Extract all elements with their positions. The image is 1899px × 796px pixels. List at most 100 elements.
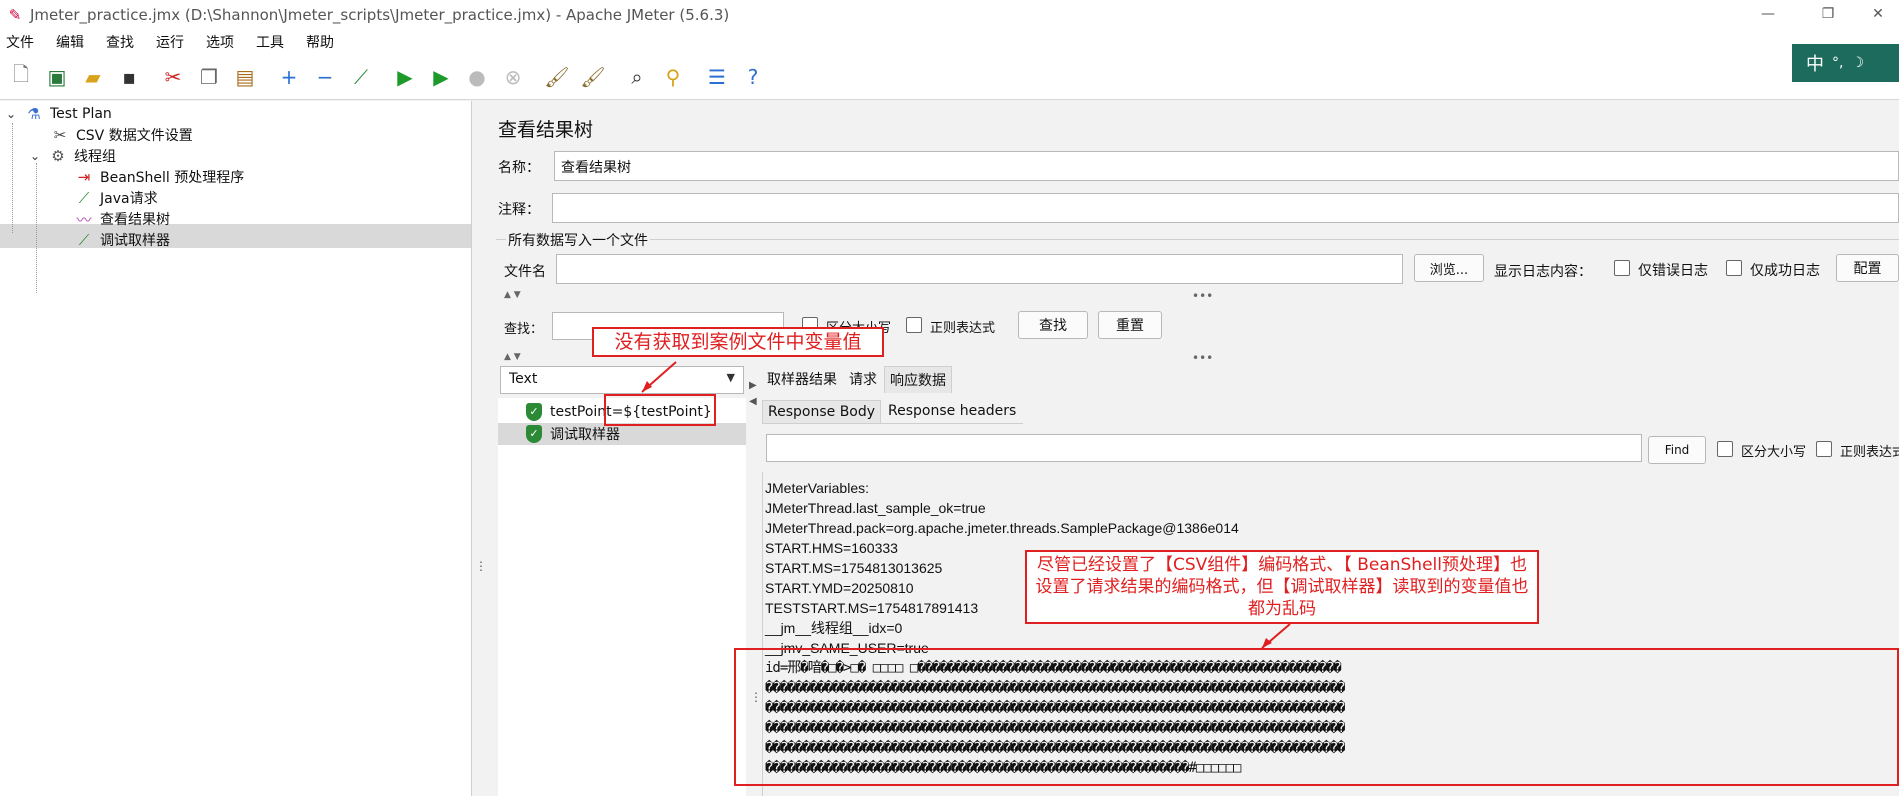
response-subtabs: Response Body Response headers (762, 400, 1024, 424)
results-list: ✓ testPoint=${testPoint} ✓ 调试取样器 (498, 398, 746, 796)
gear-icon: ⚙ (51, 147, 65, 165)
chevron-down-icon: ▼ (726, 371, 735, 384)
templates-icon[interactable]: ▣ (42, 62, 72, 92)
response-search-field[interactable] (766, 434, 1642, 462)
clear-all-icon[interactable]: 🖌 (578, 62, 608, 92)
divider-grip-icon[interactable]: ••• (1192, 351, 1213, 365)
response-line: JMeterThread.pack=org.apache.jmeter.thre… (765, 520, 1239, 536)
response-line: JMeterVariables: (765, 480, 870, 496)
tab-sampler-result[interactable]: 取样器结果 (762, 366, 842, 393)
cut-icon[interactable]: ✂ (158, 62, 188, 92)
open-icon[interactable]: ▰ (78, 62, 108, 92)
success-only-label: 仅成功日志 (1750, 263, 1820, 279)
collapse-icon[interactable]: − (310, 62, 340, 92)
configure-button[interactable]: 配置 (1836, 254, 1899, 282)
menu-help[interactable]: 帮助 (306, 32, 334, 52)
vertical-splitter[interactable]: ⋮ (472, 101, 487, 796)
test-plan-tree: ⌄ ⚗ Test Plan ✂ CSV 数据文件设置 ⌄ ⚙ 线程组 ⇥ Bea… (0, 101, 472, 796)
ime-indicator[interactable]: 中 °, ☽ (1792, 44, 1899, 82)
errors-only-checkbox[interactable] (1614, 260, 1630, 276)
shutdown-icon[interactable]: ⊗ (498, 62, 528, 92)
close-button[interactable]: ✕ (1855, 0, 1899, 30)
comment-field[interactable] (552, 193, 1899, 223)
help-icon[interactable]: ? (738, 62, 768, 92)
start-icon[interactable]: ▶ (390, 62, 420, 92)
menu-tools[interactable]: 工具 (256, 32, 284, 52)
jmeter-feather-icon: ✎ (8, 6, 22, 24)
menu-search[interactable]: 查找 (106, 32, 134, 52)
response-regex-checkbox[interactable] (1816, 441, 1832, 457)
menu-bar: 文件 编辑 查找 运行 选项 工具 帮助 (0, 30, 1899, 54)
new-icon[interactable]: 🗋 (6, 62, 36, 92)
annotation-bottom-callout: 尽管已经设置了【CSV组件】编码格式、【 BeanShell预处理】也设置了请求… (1025, 550, 1539, 624)
clear-icon[interactable]: 🖌 (542, 62, 572, 92)
flask-icon: ⚗ (27, 105, 41, 123)
collapse-arrows-icon[interactable]: ▲ ▼ (504, 352, 521, 362)
tools-icon: ✂ (53, 126, 67, 144)
collapse-right-icon[interactable]: ◀ (749, 396, 757, 407)
errors-only-label: 仅错误日志 (1638, 263, 1708, 279)
function-helper-icon[interactable]: ☰ (702, 62, 732, 92)
result-item-debug-sampler[interactable]: ✓ 调试取样器 (526, 423, 620, 445)
window-title: Jmeter_practice.jmx (D:\Shannon\Jmeter_s… (30, 6, 730, 24)
regex-checkbox[interactable] (906, 317, 922, 333)
pipette-icon: ⟋ (78, 231, 90, 249)
annotation-testpoint-highlight (604, 394, 716, 426)
response-case-checkbox[interactable] (1717, 441, 1733, 457)
menu-file[interactable]: 文件 (6, 32, 34, 52)
annotation-top-callout: 没有获取到案例文件中变量值 (592, 327, 884, 357)
menu-run[interactable]: 运行 (156, 32, 184, 52)
collapse-left-icon[interactable]: ▶ (749, 380, 757, 391)
save-icon[interactable]: ▪ (114, 62, 144, 92)
search-label: 查找： (504, 322, 544, 337)
paste-icon[interactable]: ▤ (230, 62, 260, 92)
reset-button[interactable]: 重置 (1098, 311, 1162, 339)
reset-search-broom-icon[interactable]: ⚲ (658, 62, 688, 92)
divider-grip-icon[interactable]: ••• (1192, 289, 1213, 303)
search-binoculars-icon[interactable]: ⌕ (622, 62, 652, 92)
listener-icon: 〰 (76, 210, 92, 229)
name-label: 名称： (498, 160, 540, 176)
restore-button[interactable]: ❐ (1805, 0, 1851, 30)
response-regex-label: 正则表达式 (1840, 445, 1899, 460)
tab-response-body[interactable]: Response Body (762, 400, 882, 423)
start-no-pause-icon[interactable]: ▶ (426, 62, 456, 92)
response-find-button[interactable]: Find (1648, 436, 1706, 464)
expand-icon[interactable]: + (274, 62, 304, 92)
annotation-garbled-highlight (734, 648, 1899, 786)
response-case-label: 区分大小写 (1741, 445, 1807, 460)
tree-item-debug-sampler[interactable]: ⟋ 调试取样器 (54, 228, 170, 252)
log-display-label: 显示日志内容： (1494, 264, 1592, 280)
renderer-select[interactable]: Text ▼ (500, 366, 744, 394)
collapse-arrows-icon[interactable]: ▲ ▼ (504, 290, 521, 300)
title-bar: ✎ Jmeter_practice.jmx (D:\Shannon\Jmeter… (0, 0, 1899, 30)
preprocessor-icon: ⇥ (77, 168, 91, 186)
success-shield-icon: ✓ (526, 425, 542, 443)
ime-punctuation-icon: °, (1832, 55, 1844, 71)
stop-icon[interactable]: ● (462, 62, 492, 92)
toggle-icon[interactable]: ⟋ (346, 62, 376, 92)
tab-response-headers[interactable]: Response headers (883, 400, 1021, 423)
toolbar: 🗋 ▣ ▰ ▪ ✂ ❐ ▤ + − ⟋ ▶ ▶ ● ⊗ 🖌 🖌 ⌕ ⚲ ☰ ? (0, 54, 1899, 100)
menu-edit[interactable]: 编辑 (56, 32, 84, 52)
success-shield-icon: ✓ (526, 403, 542, 421)
chevron-down-icon[interactable]: ⌄ (4, 107, 18, 121)
copy-icon[interactable]: ❐ (194, 62, 224, 92)
find-button[interactable]: 查找 (1018, 311, 1088, 339)
tab-request[interactable]: 请求 (844, 366, 882, 393)
chevron-down-icon[interactable]: ⌄ (28, 149, 42, 163)
filename-label: 文件名 (504, 264, 546, 280)
ime-mode-label: 中 (1806, 54, 1824, 75)
filename-field[interactable] (556, 254, 1403, 284)
pipette-icon: ⟋ (78, 189, 90, 207)
result-tabs: 取样器结果 请求 响应数据 (762, 366, 954, 393)
tab-response-data[interactable]: 响应数据 (884, 366, 952, 393)
file-section-label: 所有数据写入一个文件 (506, 230, 650, 250)
success-only-checkbox[interactable] (1726, 260, 1742, 276)
menu-options[interactable]: 选项 (206, 32, 234, 52)
minimize-button[interactable]: — (1745, 0, 1791, 30)
regex-label: 正则表达式 (930, 321, 996, 336)
browse-button[interactable]: 浏览... (1414, 254, 1484, 282)
name-field[interactable]: 查看结果树 (554, 151, 1899, 181)
ime-moon-icon: ☽ (1851, 55, 1865, 71)
